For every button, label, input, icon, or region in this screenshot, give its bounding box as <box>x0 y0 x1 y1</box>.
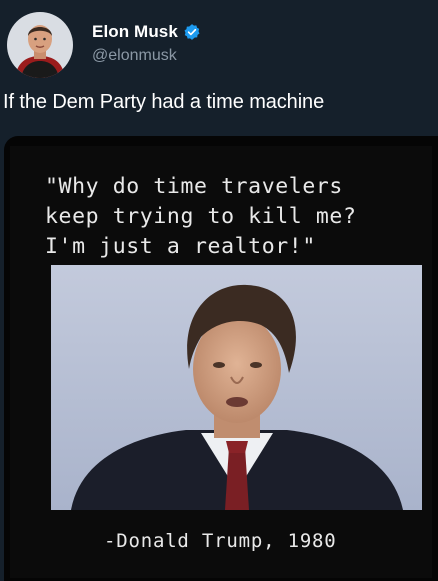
author-display-name[interactable]: Elon Musk <box>92 22 178 42</box>
quote-attribution: -Donald Trump, 1980 <box>104 530 337 552</box>
tweet-text: If the Dem Party had a time machine <box>3 91 325 113</box>
quote-line: keep trying to kill me? <box>45 204 357 229</box>
verified-badge-icon <box>183 23 201 41</box>
profile-avatar[interactable] <box>7 12 73 78</box>
media-photo <box>51 265 422 510</box>
author-name-row: Elon Musk <box>92 22 201 42</box>
quote-line: "Why do time travelers <box>45 174 343 199</box>
author-handle[interactable]: @elonmusk <box>92 47 177 65</box>
quote-line: I'm just a realtor!" <box>45 234 316 259</box>
tweet-header: Elon Musk @elonmusk <box>0 0 438 86</box>
meme-quote: "Why do time travelers keep trying to ki… <box>45 172 357 262</box>
